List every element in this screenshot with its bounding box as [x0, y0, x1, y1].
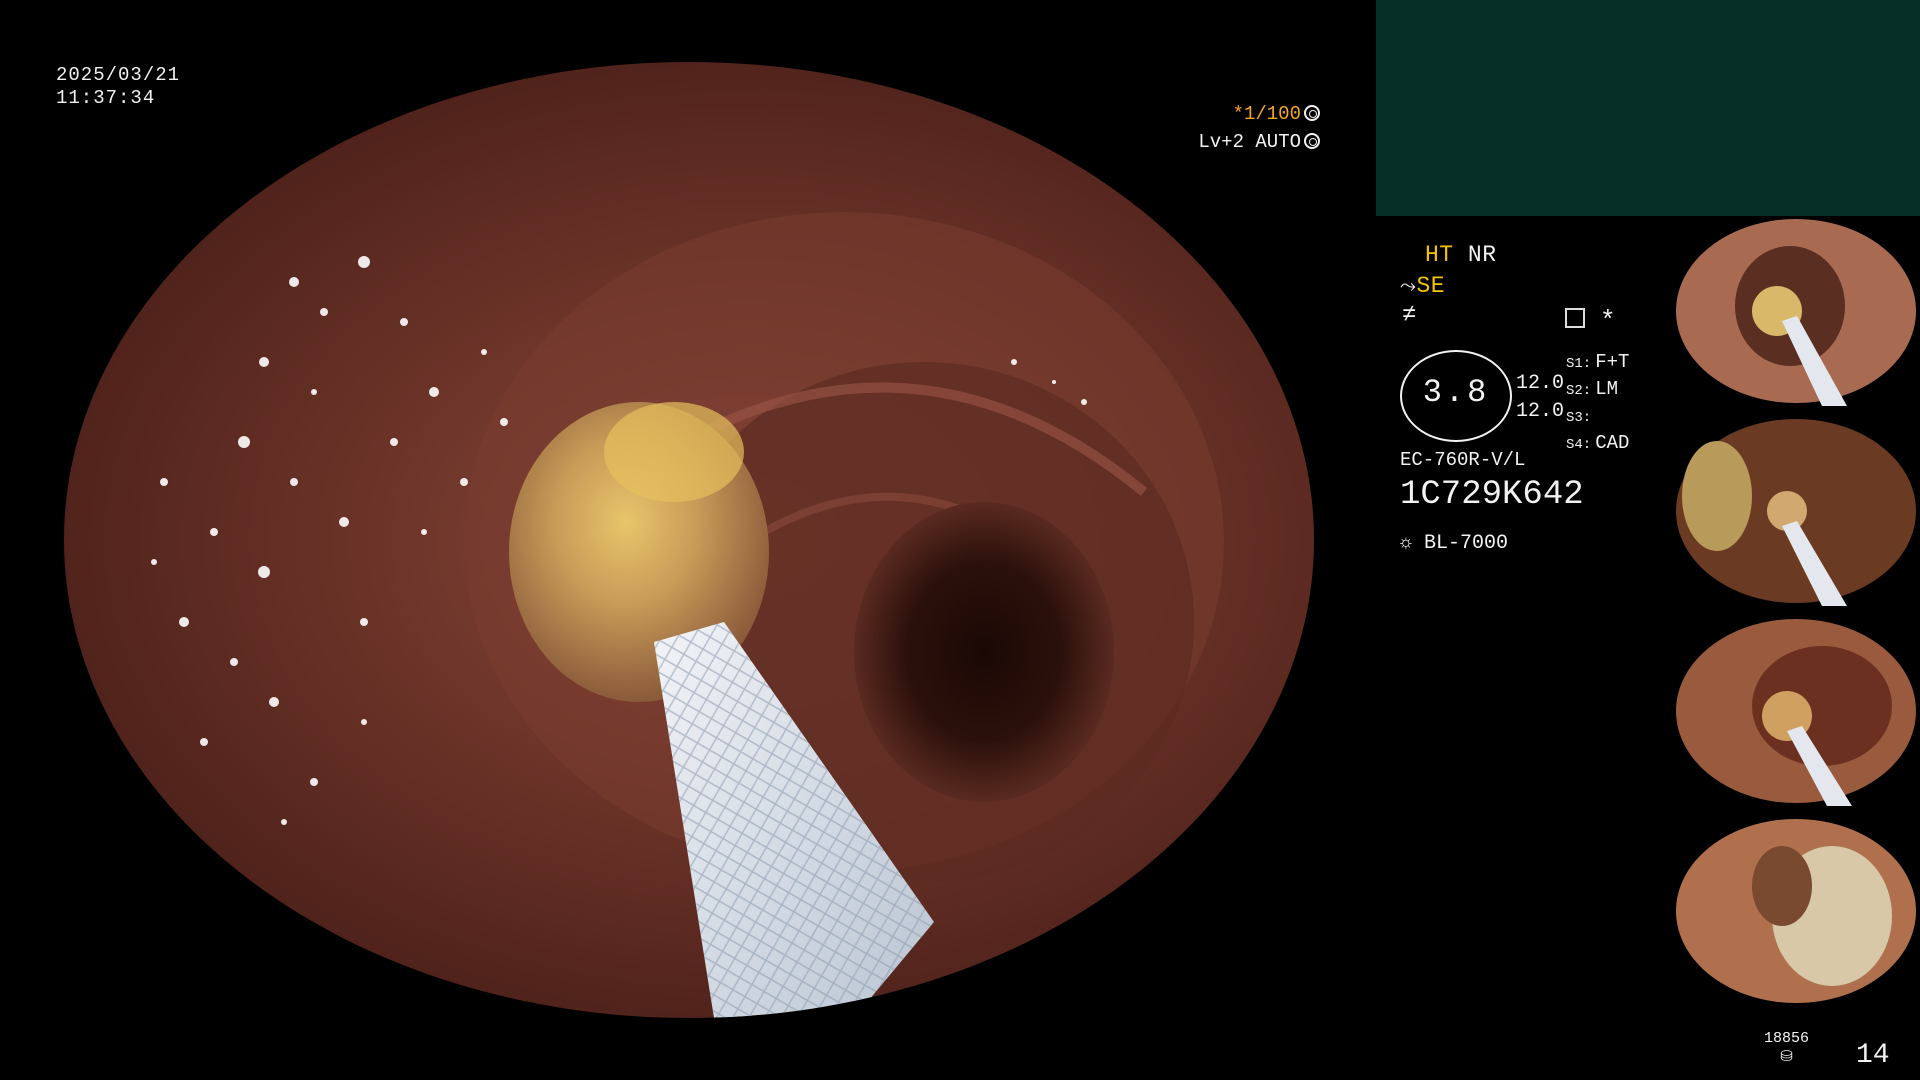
shutter-speed: *1/100	[1232, 103, 1301, 125]
endoscopic-image	[151, 212, 1224, 1018]
thumbnail[interactable]	[1672, 816, 1920, 1006]
sun-icon: ☼	[1400, 532, 1413, 555]
page-number: 14	[1856, 1040, 1890, 1071]
thumbnail[interactable]	[1672, 416, 1920, 606]
capture-counter: 18856 ⛁	[1764, 1030, 1809, 1066]
endoscope-screen: 2025/03/21 11:37:34 *1/100 Lv+2 AUTO HT …	[0, 0, 1920, 1080]
gauge-value: 3.8	[1422, 374, 1490, 411]
light-source: ☼ BL-7000	[1400, 532, 1508, 555]
disk-icon: ⛁	[1780, 1049, 1793, 1066]
scope-model: EC-760R-V/L	[1400, 449, 1526, 471]
level-auto: Lv+2 AUTO	[1198, 131, 1301, 153]
ht-mode: HT	[1425, 242, 1454, 268]
exposure-readout: *1/100 Lv+2 AUTO	[1195, 100, 1320, 156]
light-source-label: BL-7000	[1424, 532, 1509, 555]
thumbnail[interactable]	[1672, 616, 1920, 806]
info-panel-background	[1376, 0, 1920, 216]
time-text: 11:37:34	[56, 87, 156, 109]
color-mode-icon: ≠	[1402, 302, 1417, 329]
auto-iris-icon	[1304, 133, 1320, 149]
gauge-upper: 12.0	[1516, 372, 1565, 395]
datetime: 2025/03/21 11:37:34	[56, 64, 180, 110]
setting-s4: S4: CAD	[1566, 432, 1630, 454]
capture-thumbnails	[1672, 216, 1920, 1016]
menu-icon	[1565, 308, 1585, 328]
asterisk-icon: *	[1600, 306, 1616, 336]
setting-s3: S3:	[1566, 410, 1592, 426]
date-text: 2025/03/21	[56, 64, 181, 86]
endoscopic-view	[64, 62, 1314, 1018]
mode-row-ht-nr: HT NR	[1425, 242, 1497, 268]
thumbnail[interactable]	[1672, 216, 1920, 406]
setting-s2: S2: LM	[1566, 378, 1619, 400]
capture-count: 18856	[1764, 1030, 1810, 1047]
gauge-numbers: 12.0 12.0	[1516, 370, 1564, 426]
gauge-lower: 12.0	[1516, 400, 1565, 423]
se-mode: SE	[1416, 273, 1446, 299]
aperture-icon	[1304, 105, 1320, 121]
edge-icon: ⤳	[1400, 276, 1417, 299]
mode-row-se: ⤳SE	[1400, 273, 1445, 299]
scope-serial: 1C729K642	[1400, 476, 1584, 514]
switch-settings: S1: F+T S2: LM S3: S4: CAD	[1566, 350, 1629, 458]
zoom-gauge: 3.8	[1400, 350, 1512, 442]
setting-s1: S1: F+T	[1566, 351, 1630, 373]
nr-mode: NR	[1467, 242, 1497, 268]
